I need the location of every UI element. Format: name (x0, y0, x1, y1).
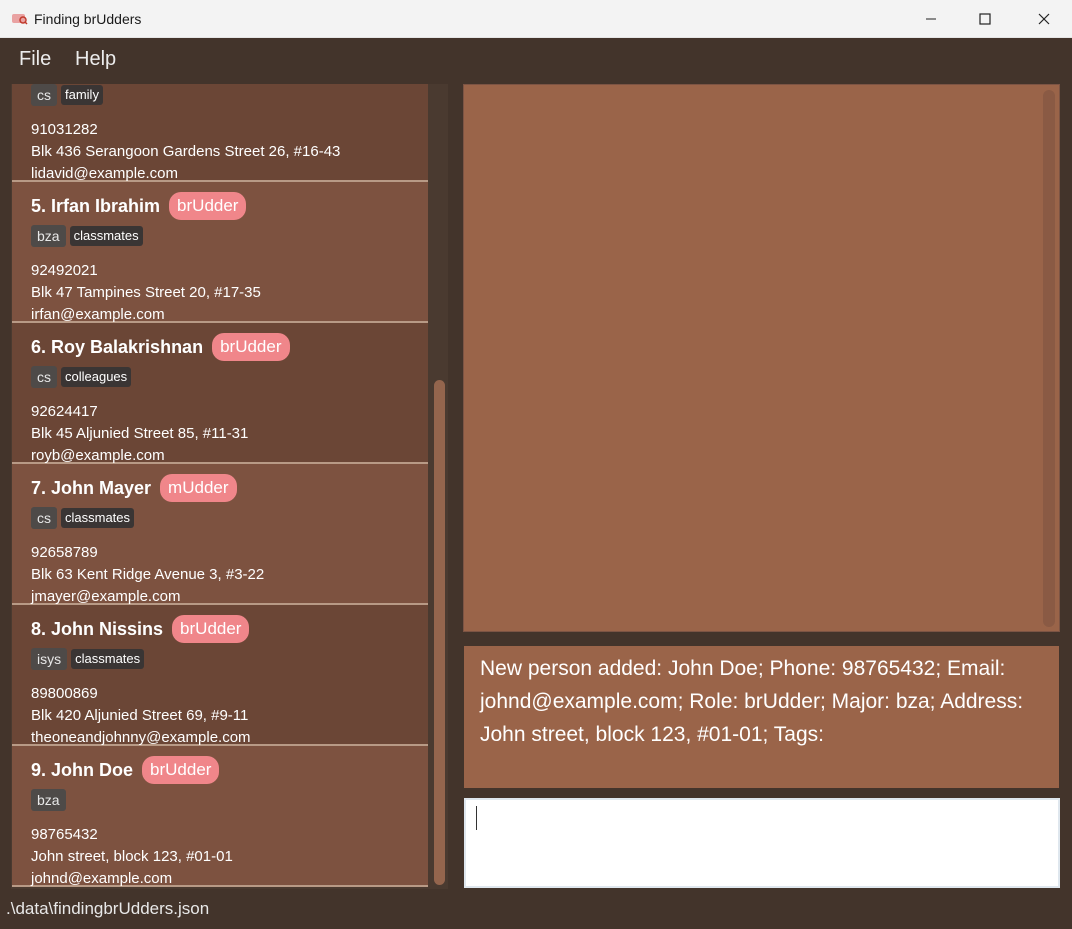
person-email: theoneandjohnny@example.com (31, 729, 251, 746)
command-input[interactable] (470, 802, 1056, 884)
person-email: jmayer@example.com (31, 588, 181, 605)
minimize-button[interactable] (908, 0, 954, 38)
result-display-scrollbar[interactable] (1043, 90, 1055, 627)
person-tags: cs colleagues (31, 366, 135, 388)
person-name-row: 8. John Nissins brUdder (31, 615, 250, 643)
role-badge: mUdder (160, 474, 237, 502)
person-card[interactable]: 9. John Doe brUdder bza 98765432 John street… (12, 746, 428, 887)
person-name-row: 9. John Doe brUdder (31, 756, 220, 784)
text-cursor (476, 806, 477, 830)
status-bar-path: .\data\findingbrUdders.json (6, 899, 210, 918)
tag-label: family (61, 85, 103, 105)
person-phone: 92624417 (31, 403, 98, 420)
menu-help[interactable]: Help (75, 48, 116, 71)
person-phone: 98765432 (31, 826, 98, 843)
person-name-row: 6. Roy Balakrishnan brUdder (31, 333, 290, 361)
close-icon (1038, 13, 1050, 25)
person-tags: cs classmates (31, 507, 138, 529)
person-name: 8. John Nissins (31, 618, 164, 639)
person-phone: 92658789 (31, 544, 98, 561)
tag-label: classmates (69, 226, 143, 246)
maximize-icon (979, 13, 991, 25)
major-label: isys (31, 648, 68, 670)
title-bar: Finding brUdders (0, 0, 1072, 38)
person-card[interactable]: 6. Roy Balakrishnan brUdder cs colleagues 92… (12, 323, 428, 464)
major-label: cs (31, 366, 57, 388)
major-label: cs (31, 84, 57, 106)
person-address: Blk 45 Aljunied Street 85, #11-31 (31, 425, 249, 442)
window-title: Finding brUdders (34, 11, 142, 27)
tag-label: colleagues (61, 367, 132, 387)
person-name: 7. John Mayer (31, 477, 152, 498)
feedback-box: New person added: John Doe; Phone: 98765… (464, 646, 1059, 788)
person-list-scroll-thumb[interactable] (434, 380, 445, 885)
role-badge: brUdder (212, 333, 290, 361)
person-address: Blk 63 Kent Ridge Avenue 3, #3-22 (31, 566, 265, 583)
person-phone: 92492021 (31, 262, 98, 279)
role-badge: brUdder (142, 756, 220, 784)
maximize-button[interactable] (962, 0, 1008, 38)
person-email: royb@example.com (31, 447, 165, 464)
person-address: John street, block 123, #01-01 (31, 848, 233, 865)
feedback-text: New person added: John Doe; Phone: 98765… (480, 657, 1024, 746)
person-name-row: 5. Irfan Ibrahim brUdder (31, 192, 247, 220)
person-card[interactable]: 5. Irfan Ibrahim brUdder bza classmates 9249… (12, 182, 428, 323)
command-box[interactable] (464, 798, 1060, 888)
menu-bar: File Help (0, 38, 1072, 83)
person-list-panel[interactable]: cs family 91031282 Blk 436 Serangoon Garden… (11, 84, 448, 889)
person-phone: 91031282 (31, 121, 98, 138)
person-phone: 89800869 (31, 685, 98, 702)
person-list: cs family 91031282 Blk 436 Serangoon Garden… (12, 84, 428, 887)
minimize-icon (926, 18, 936, 20)
role-badge: brUdder (172, 615, 250, 643)
person-tags: bza (31, 789, 70, 811)
tag-label: classmates (61, 508, 135, 528)
person-name: 5. Irfan Ibrahim (31, 195, 161, 216)
person-card[interactable]: cs family 91031282 Blk 436 Serangoon Garden… (12, 84, 428, 182)
app-logo-icon (12, 12, 28, 25)
person-card[interactable]: 7. John Mayer mUdder cs classmates 92658789 B… (12, 464, 428, 605)
role-badge: brUdder (169, 192, 247, 220)
person-tags: cs family (31, 84, 107, 106)
result-display-panel (463, 84, 1060, 632)
person-tags: isys classmates (31, 648, 148, 670)
close-button[interactable] (1021, 0, 1067, 38)
person-address: Blk 420 Aljunied Street 69, #9-11 (31, 707, 249, 724)
person-name: 6. Roy Balakrishnan (31, 336, 204, 357)
major-label: bza (31, 789, 66, 811)
person-card[interactable]: 8. John Nissins brUdder isys classmates 8980… (12, 605, 428, 746)
tag-label: classmates (71, 649, 145, 669)
person-name: 9. John Doe (31, 759, 134, 780)
person-name-row: 7. John Mayer mUdder (31, 474, 237, 502)
person-address: Blk 436 Serangoon Gardens Street 26, #16… (31, 143, 341, 160)
menu-file[interactable]: File (19, 48, 51, 71)
major-label: bza (31, 225, 66, 247)
major-label: cs (31, 507, 57, 529)
person-email: johnd@example.com (31, 870, 173, 887)
person-tags: bza classmates (31, 225, 147, 247)
person-email: lidavid@example.com (31, 165, 178, 182)
person-address: Blk 47 Tampines Street 20, #17-35 (31, 284, 261, 301)
person-email: irfan@example.com (31, 306, 165, 323)
